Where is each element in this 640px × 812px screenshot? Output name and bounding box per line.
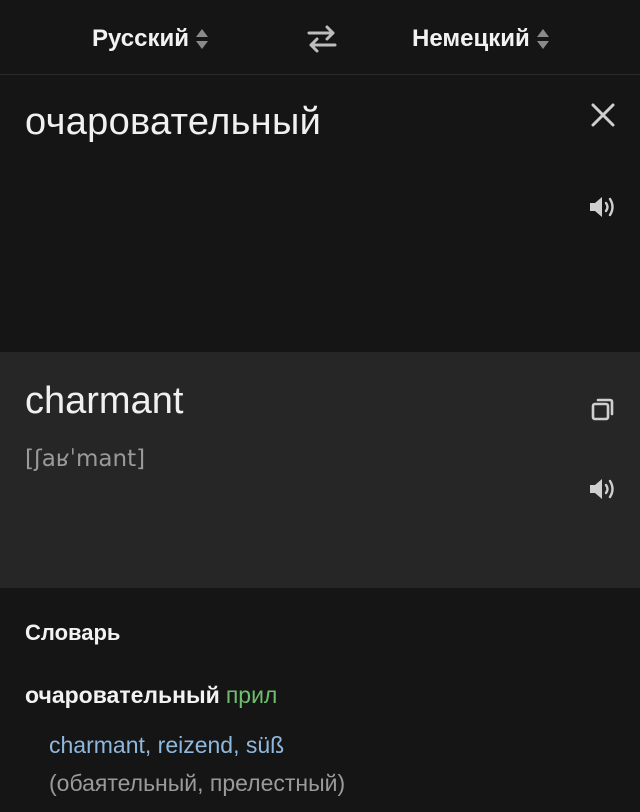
source-text[interactable]: очаровательный bbox=[25, 101, 321, 144]
close-icon[interactable] bbox=[590, 102, 616, 128]
translation-panel: charmant [ʃaʁˈmant] bbox=[0, 352, 640, 588]
source-language-label: Русский bbox=[92, 25, 189, 52]
sort-updown-icon bbox=[195, 29, 208, 49]
translation-text: charmant bbox=[25, 380, 184, 422]
dictionary-section: Словарь очаровательный прил charmant, rei… bbox=[0, 588, 640, 812]
target-language-selector[interactable]: Немецкий bbox=[412, 22, 550, 56]
dictionary-entry-headword: очаровательный прил bbox=[25, 682, 277, 709]
speaker-icon[interactable] bbox=[588, 195, 616, 219]
target-language-label: Немецкий bbox=[412, 25, 530, 52]
dictionary-translations[interactable]: charmant, reizend, süß bbox=[49, 732, 284, 759]
speaker-icon[interactable] bbox=[588, 477, 616, 501]
dictionary-title: Словарь bbox=[25, 620, 121, 645]
language-bar: Русский Немецкий bbox=[0, 0, 640, 75]
dictionary-word: очаровательный bbox=[25, 682, 220, 708]
swap-languages-icon[interactable] bbox=[306, 24, 338, 54]
part-of-speech-label: прил bbox=[225, 682, 278, 708]
source-input-panel[interactable]: очаровательный bbox=[0, 75, 640, 352]
translation-phonetic: [ʃaʁˈmant] bbox=[25, 446, 146, 472]
dictionary-synonyms: (обаятельный, прелестный) bbox=[49, 770, 346, 796]
copy-icon[interactable] bbox=[590, 396, 616, 422]
sort-updown-icon bbox=[536, 29, 549, 49]
source-language-selector[interactable]: Русский bbox=[92, 22, 209, 56]
